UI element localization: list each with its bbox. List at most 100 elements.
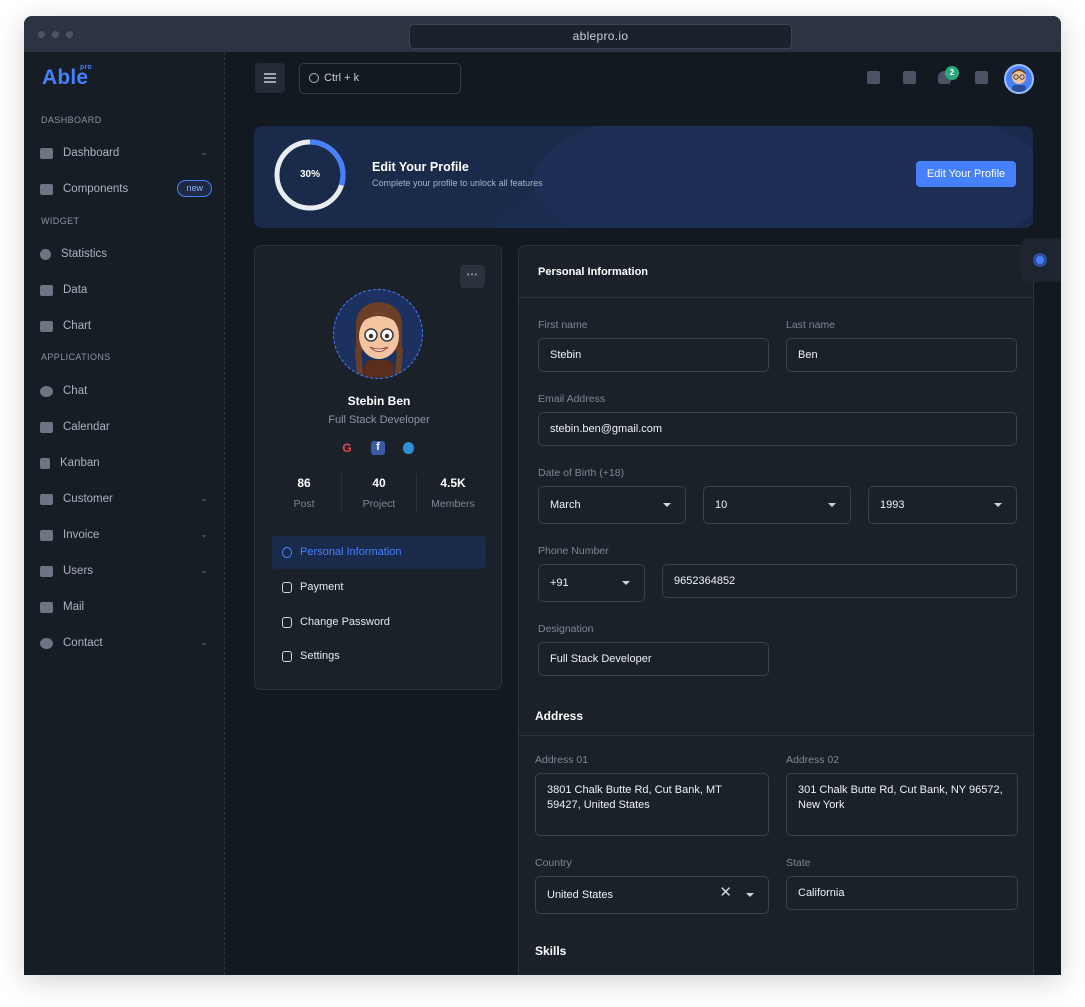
notification-badge: 2 xyxy=(945,66,959,80)
user-icon xyxy=(282,547,292,558)
stat-project: 40 Project xyxy=(362,476,396,510)
more-options-button[interactable]: ••• xyxy=(460,265,485,288)
country-label: Country xyxy=(535,857,572,869)
sidebar-item-mail[interactable]: Mail xyxy=(40,595,210,619)
users-icon xyxy=(40,565,53,577)
caret-down-icon xyxy=(622,581,630,585)
caret-down-icon xyxy=(828,503,836,507)
chat-icon xyxy=(40,385,53,397)
payment-icon xyxy=(282,582,292,593)
customizer-toggle[interactable] xyxy=(1021,238,1061,282)
email-label: Email Address xyxy=(538,393,606,405)
menu-settings[interactable]: Settings xyxy=(272,640,486,673)
phone-code-select[interactable]: +91 xyxy=(538,564,645,602)
chevron-down-icon: ⌄ xyxy=(200,637,208,647)
banner-subtitle: Complete your profile to unlock all feat… xyxy=(372,178,543,188)
calendar-icon xyxy=(40,421,53,433)
country-select[interactable]: United States ✕ xyxy=(535,876,769,914)
profile-role: Full Stack Developer xyxy=(328,414,430,426)
user-avatar[interactable] xyxy=(1004,64,1034,94)
banner-title: Edit Your Profile xyxy=(372,160,469,174)
sidebar-item-customer[interactable]: Customer ⌄ xyxy=(40,487,210,511)
dob-label: Date of Birth (+18) xyxy=(538,467,625,479)
gear-icon xyxy=(1033,253,1047,267)
stat-post: 86 Post xyxy=(293,476,315,510)
language-icon[interactable] xyxy=(903,71,916,84)
chevron-down-icon: ⌄ xyxy=(200,565,208,575)
chevron-down-icon: ⌄ xyxy=(200,147,208,157)
dob-day-select[interactable]: 10 xyxy=(703,486,851,524)
chart-icon xyxy=(40,320,53,332)
last-name-field[interactable]: Ben xyxy=(786,338,1017,372)
data-icon xyxy=(40,284,53,296)
mail-icon xyxy=(40,601,53,613)
personal-information-card: Personal Information First name Stebin L… xyxy=(518,245,1035,975)
caret-down-icon xyxy=(663,503,671,507)
search-icon xyxy=(309,73,319,83)
browser-window: ablepro.io Able pro DASHBOARD Dashboard ⌄ … xyxy=(24,16,1061,975)
sidebar-item-data[interactable]: Data xyxy=(40,278,210,302)
settings-icon xyxy=(282,651,292,662)
sidebar-item-calendar[interactable]: Calendar xyxy=(40,415,210,439)
kanban-icon xyxy=(40,457,50,469)
sidebar-item-invoice[interactable]: Invoice ⌄ xyxy=(40,523,210,547)
brand-logo[interactable]: Able pro xyxy=(42,64,92,90)
google-icon[interactable]: G xyxy=(340,441,354,455)
first-name-label: First name xyxy=(538,319,588,331)
sidebar-item-statistics[interactable]: Statistics xyxy=(40,242,210,266)
caret-down-icon xyxy=(994,503,1002,507)
sidebar-item-contact[interactable]: Contact ⌄ xyxy=(40,631,210,655)
sidebar-item-components[interactable]: Components new xyxy=(40,177,212,201)
menu-toggle-button[interactable] xyxy=(255,63,285,93)
contact-icon xyxy=(40,637,53,649)
facebook-icon[interactable]: f xyxy=(371,441,385,455)
menu-change-password[interactable]: Change Password xyxy=(272,606,486,639)
profile-name: Stebin Ben xyxy=(347,394,411,408)
address2-field[interactable]: 301 Chalk Butte Rd, Cut Bank, NY 96572, … xyxy=(786,773,1018,836)
invoice-icon xyxy=(40,529,53,541)
top-header: Ctrl + k 2 xyxy=(225,52,1061,106)
windows-icon[interactable] xyxy=(867,71,880,84)
first-name-field[interactable]: Stebin xyxy=(538,338,769,372)
apple-icon[interactable] xyxy=(403,442,414,454)
profile-card: ••• Stebin Ben Full Stack Developer G f … xyxy=(254,245,502,690)
state-field[interactable]: California xyxy=(786,876,1018,910)
sidebar-section-applications: APPLICATIONS xyxy=(41,352,111,362)
designation-field[interactable]: Full Stack Developer xyxy=(538,642,769,676)
menu-personal-information[interactable]: Personal Information xyxy=(272,536,486,569)
sidebar-item-kanban[interactable]: Kanban xyxy=(40,451,210,475)
sidebar-item-dashboard[interactable]: Dashboard ⌄ xyxy=(40,141,210,165)
address-bar[interactable]: ablepro.io xyxy=(409,24,792,49)
sidebar-item-users[interactable]: Users ⌄ xyxy=(40,559,210,583)
phone-label: Phone Number xyxy=(538,545,609,557)
close-icon[interactable]: ✕ xyxy=(719,885,732,901)
address1-label: Address 01 xyxy=(535,754,589,766)
messages-icon[interactable] xyxy=(975,71,988,84)
address-title: Address xyxy=(535,709,584,723)
phone-number-field[interactable]: 9652364852 xyxy=(662,564,1017,598)
lock-icon xyxy=(282,617,292,628)
sidebar-item-chart[interactable]: Chart xyxy=(40,314,210,338)
sidebar-item-chat[interactable]: Chat xyxy=(40,379,210,403)
email-field[interactable]: stebin.ben@gmail.com xyxy=(538,412,1017,446)
new-badge: new xyxy=(177,180,212,197)
window-controls[interactable] xyxy=(38,31,73,38)
dob-month-select[interactable]: March xyxy=(538,486,686,524)
components-icon xyxy=(40,183,53,195)
edit-profile-button[interactable]: Edit Your Profile xyxy=(916,161,1016,187)
profile-avatar xyxy=(333,289,423,379)
last-name-label: Last name xyxy=(786,319,836,331)
address1-field[interactable]: 3801 Chalk Butte Rd, Cut Bank, MT 59427,… xyxy=(535,773,769,836)
caret-down-icon xyxy=(746,893,754,897)
sidebar-section-widget: WIDGET xyxy=(41,216,80,226)
profile-completion-banner: 30% Edit Your Profile Complete your prof… xyxy=(254,126,1033,228)
stat-members: 4.5K Members xyxy=(431,476,475,510)
state-label: State xyxy=(786,857,811,869)
dashboard-icon xyxy=(40,147,53,159)
dob-year-select[interactable]: 1993 xyxy=(868,486,1017,524)
chevron-down-icon: ⌄ xyxy=(200,493,208,503)
skills-title: Skills xyxy=(535,944,567,958)
search-input[interactable]: Ctrl + k xyxy=(299,63,461,94)
sidebar-section-dashboard: DASHBOARD xyxy=(41,115,102,125)
menu-payment[interactable]: Payment xyxy=(272,571,486,604)
